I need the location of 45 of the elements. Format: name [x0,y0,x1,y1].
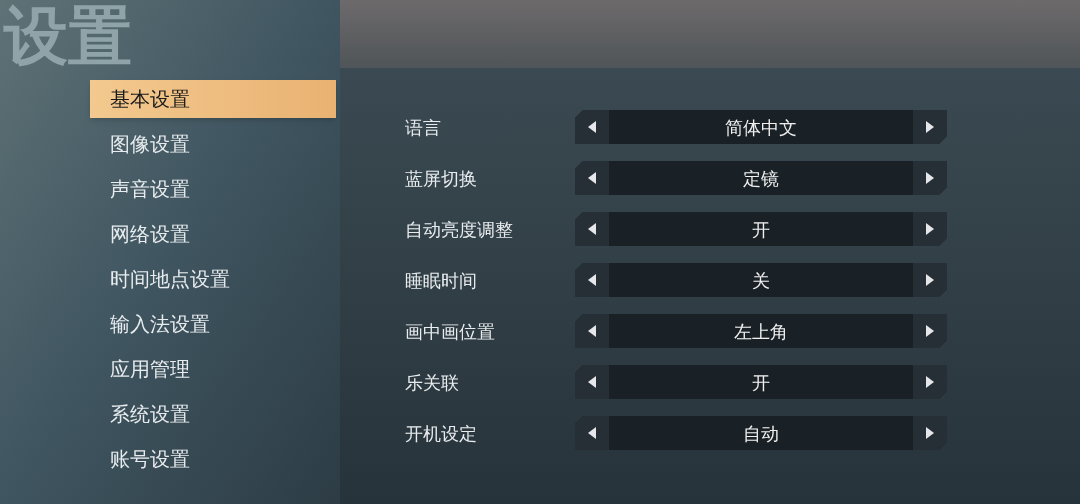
setting-label: 乐关联 [405,370,460,395]
sidebar-item[interactable]: 声音设置 [90,170,336,208]
setting-label: 画中画位置 [405,319,496,344]
option-selector[interactable]: 开 [575,212,947,246]
sidebar-item[interactable]: 网络设置 [90,215,336,253]
sidebar-item[interactable]: 系统设置 [90,395,336,433]
right-arrow-icon [926,274,934,286]
sidebar-item[interactable]: 输入法设置 [90,305,336,343]
left-arrow-icon [588,325,596,337]
option-selector[interactable]: 自动 [575,416,947,450]
setting-label: 蓝屏切换 [405,166,478,191]
setting-label: 开机设定 [405,421,478,446]
option-value: 左上角 [733,319,789,344]
left-arrow-icon [588,427,596,439]
sidebar-item[interactable]: 时间地点设置 [90,260,336,298]
setting-label: 自动亮度调整 [405,217,514,242]
left-arrow-icon [588,121,596,133]
option-selector[interactable]: 开 [575,365,947,399]
left-arrow-icon [588,172,596,184]
right-arrow-icon [926,427,934,439]
sidebar-item[interactable]: 基本设置 [90,80,336,118]
right-arrow-icon [926,325,934,337]
left-arrow-icon [588,223,596,235]
option-value: 开 [751,217,771,242]
setting-label: 睡眠时间 [405,268,478,293]
right-arrow-icon [926,172,934,184]
right-arrow-icon [926,223,934,235]
option-value: 开 [751,370,771,395]
sidebar-item[interactable]: 图像设置 [90,125,336,163]
sidebar-item[interactable]: 账号设置 [90,440,336,478]
option-selector[interactable]: 定镜 [575,161,947,195]
setting-label: 语言 [405,115,442,140]
option-value: 定镜 [742,166,780,191]
page-title: 设置 [4,0,132,72]
sidebar-item[interactable]: 应用管理 [90,350,336,388]
option-selector[interactable]: 关 [575,263,947,297]
option-value: 自动 [742,421,780,446]
option-selector[interactable]: 左上角 [575,314,947,348]
left-arrow-icon [588,274,596,286]
left-arrow-icon [588,376,596,388]
option-value: 简体中文 [724,115,798,140]
option-selector[interactable]: 简体中文 [575,110,947,144]
option-value: 关 [751,268,771,293]
right-arrow-icon [926,121,934,133]
right-arrow-icon [926,376,934,388]
